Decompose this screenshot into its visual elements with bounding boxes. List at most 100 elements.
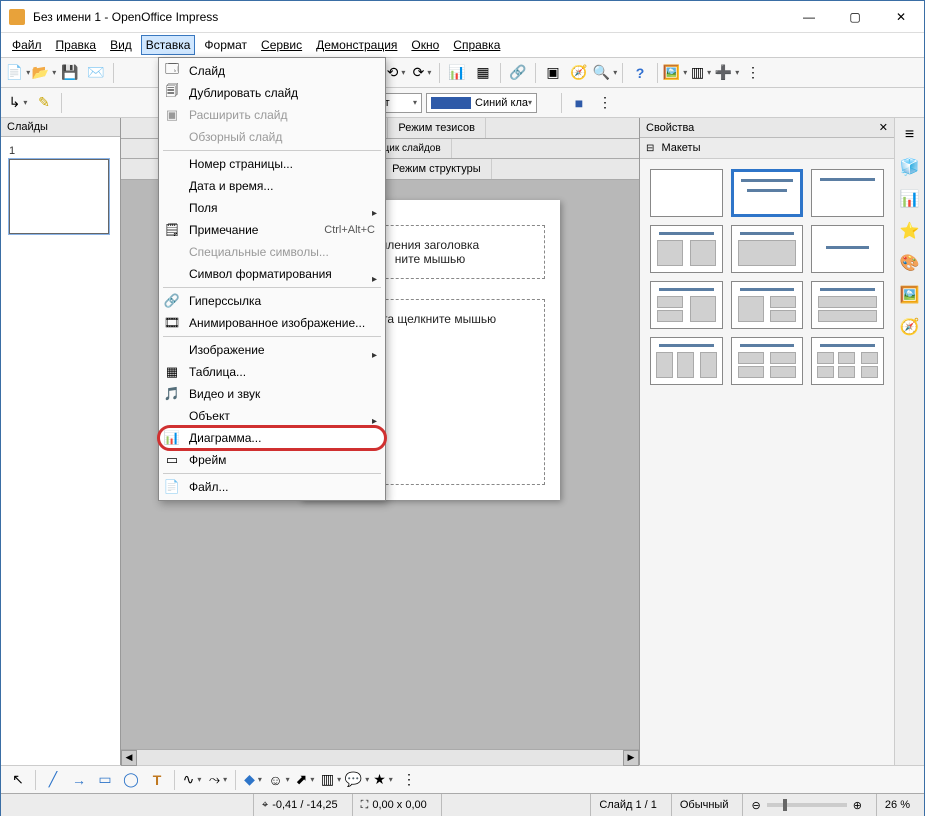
properties-icon[interactable]: 🧊: [899, 156, 921, 178]
layout-content[interactable]: [731, 225, 804, 273]
stars-tool[interactable]: ★: [372, 769, 394, 791]
slideshow-button[interactable]: ▣: [542, 62, 564, 84]
layout-centered-text[interactable]: [811, 225, 884, 273]
scroll-left-button[interactable]: ◀: [121, 750, 137, 766]
table-button[interactable]: ▦: [472, 62, 494, 84]
menu-insert[interactable]: Вставка: [141, 35, 196, 55]
layout-title-content[interactable]: [731, 169, 804, 217]
arrow-style-button[interactable]: ↳: [7, 92, 29, 114]
block-arrows-tool[interactable]: ⬈: [294, 769, 316, 791]
menu-help[interactable]: Справка: [448, 35, 505, 55]
menu-chart[interactable]: 📊Диаграмма...: [159, 427, 385, 449]
draw-overflow[interactable]: ⋮: [398, 769, 420, 791]
basic-shapes-tool[interactable]: ◆: [242, 769, 264, 791]
callouts-tool[interactable]: 💬: [346, 769, 368, 791]
status-coords: ⌖ -0,41 / -14,25: [253, 794, 346, 816]
slide-thumb-1[interactable]: 1: [1, 137, 120, 242]
toolbar2-overflow[interactable]: ⋮: [594, 92, 616, 114]
slide-transition-icon[interactable]: 🎨: [899, 252, 921, 274]
menu-note[interactable]: 🗒ПримечаниеCtrl+Alt+C: [159, 219, 385, 241]
line-tool[interactable]: ╱: [42, 769, 64, 791]
toolbar-overflow[interactable]: ⋮: [742, 62, 764, 84]
rect-tool[interactable]: ▭: [94, 769, 116, 791]
layout-two-content[interactable]: [650, 225, 723, 273]
flowchart-tool[interactable]: ▥: [320, 769, 342, 791]
master-pages-icon[interactable]: 📊: [899, 188, 921, 210]
slide-1-thumbnail[interactable]: [9, 159, 109, 234]
layouts-section-header[interactable]: Макеты: [640, 138, 894, 159]
new-doc-button[interactable]: 📄: [7, 62, 29, 84]
layout-three-col[interactable]: [650, 337, 723, 385]
menu-animated-image[interactable]: 🎞Анимированное изображение...: [159, 312, 385, 334]
menu-frame[interactable]: ▭Фрейм: [159, 449, 385, 471]
layout-six-box[interactable]: [811, 337, 884, 385]
menu-media[interactable]: 🎵Видео и звук: [159, 383, 385, 405]
fill-color-combo[interactable]: Синий кла: [426, 93, 537, 113]
save-button[interactable]: 💾: [59, 62, 81, 84]
arrow-tool[interactable]: →: [68, 769, 90, 791]
close-button[interactable]: ✕: [878, 1, 924, 33]
menu-file[interactable]: Файл: [7, 35, 47, 55]
menu-format[interactable]: Формат: [199, 35, 252, 55]
text-tool[interactable]: T: [146, 769, 168, 791]
gallery-button[interactable]: 🖼️: [664, 62, 686, 84]
gallery-icon[interactable]: 🖼️: [899, 284, 921, 306]
layout-four-box[interactable]: [731, 337, 804, 385]
symbol-shapes-tool[interactable]: ☺: [268, 769, 290, 791]
tab-thesis-mode[interactable]: Режим тезисов: [388, 118, 486, 138]
tab-outline[interactable]: Режим структуры: [382, 159, 492, 179]
open-button[interactable]: 📂: [33, 62, 55, 84]
layout-blank[interactable]: [650, 169, 723, 217]
ellipse-tool[interactable]: ◯: [120, 769, 142, 791]
menu-image[interactable]: Изображение: [159, 339, 385, 361]
menu-fields[interactable]: Поля: [159, 197, 385, 219]
new-slide-button[interactable]: ➕: [716, 62, 738, 84]
layout-title-only[interactable]: [811, 169, 884, 217]
menu-formatting-mark[interactable]: Символ форматирования: [159, 263, 385, 285]
zoom-in-icon[interactable]: ⊕: [853, 799, 862, 812]
layout-title-two-over[interactable]: [731, 281, 804, 329]
scroll-right-button[interactable]: ▶: [623, 750, 639, 766]
close-panel-icon[interactable]: ✕: [879, 121, 888, 134]
select-tool[interactable]: ↖: [7, 769, 29, 791]
menu-hyperlink[interactable]: 🔗Гиперссылка: [159, 290, 385, 312]
slide-panel-button[interactable]: ▥: [690, 62, 712, 84]
zoom-button[interactable]: 🔍: [594, 62, 616, 84]
menu-view[interactable]: Вид: [105, 35, 137, 55]
menu-duplicate-slide[interactable]: 🗐Дублировать слайд: [159, 82, 385, 104]
layout-two-rows[interactable]: [811, 281, 884, 329]
connector-tool[interactable]: ⤳: [207, 769, 229, 791]
zoom-out-icon[interactable]: ⊖: [751, 799, 760, 812]
custom-anim-icon[interactable]: ⭐: [899, 220, 921, 242]
layout-two-twocontent[interactable]: [650, 281, 723, 329]
sidebar-menu-icon[interactable]: ≡: [899, 124, 921, 146]
line-props-button[interactable]: ✎: [33, 92, 55, 114]
curve-tool[interactable]: ∿: [181, 769, 203, 791]
menu-page-number[interactable]: Номер страницы...: [159, 153, 385, 175]
redo-arrow-button[interactable]: ⟳: [411, 62, 433, 84]
menu-edit[interactable]: Правка: [51, 35, 102, 55]
zoom-controls[interactable]: ⊖ ⊕: [742, 794, 869, 816]
menu-slide[interactable]: 🗔Слайд: [159, 60, 385, 82]
nav-button[interactable]: 🧭: [568, 62, 590, 84]
menu-table[interactable]: ▦Таблица...: [159, 361, 385, 383]
zoom-slider[interactable]: [767, 803, 847, 807]
h-scrollbar[interactable]: ◀ ▶: [121, 749, 639, 765]
shadow-button[interactable]: ■: [568, 92, 590, 114]
menu-tools[interactable]: Сервис: [256, 35, 307, 55]
chart-button[interactable]: 📊: [446, 62, 468, 84]
undo-arrow-button[interactable]: ⟲: [385, 62, 407, 84]
hyperlink-button[interactable]: 🔗: [507, 62, 529, 84]
email-button[interactable]: ✉️: [85, 62, 107, 84]
zoom-percent[interactable]: 26 %: [876, 794, 918, 816]
menu-window[interactable]: Окно: [406, 35, 444, 55]
scroll-track[interactable]: [137, 750, 623, 765]
menu-date-time[interactable]: Дата и время...: [159, 175, 385, 197]
navigator-icon[interactable]: 🧭: [899, 316, 921, 338]
menu-demo[interactable]: Демонстрация: [311, 35, 402, 55]
maximize-button[interactable]: ▢: [832, 1, 878, 33]
help-button[interactable]: ?: [629, 62, 651, 84]
menu-file[interactable]: 📄Файл...: [159, 476, 385, 498]
menu-object[interactable]: Объект: [159, 405, 385, 427]
minimize-button[interactable]: —: [786, 1, 832, 33]
